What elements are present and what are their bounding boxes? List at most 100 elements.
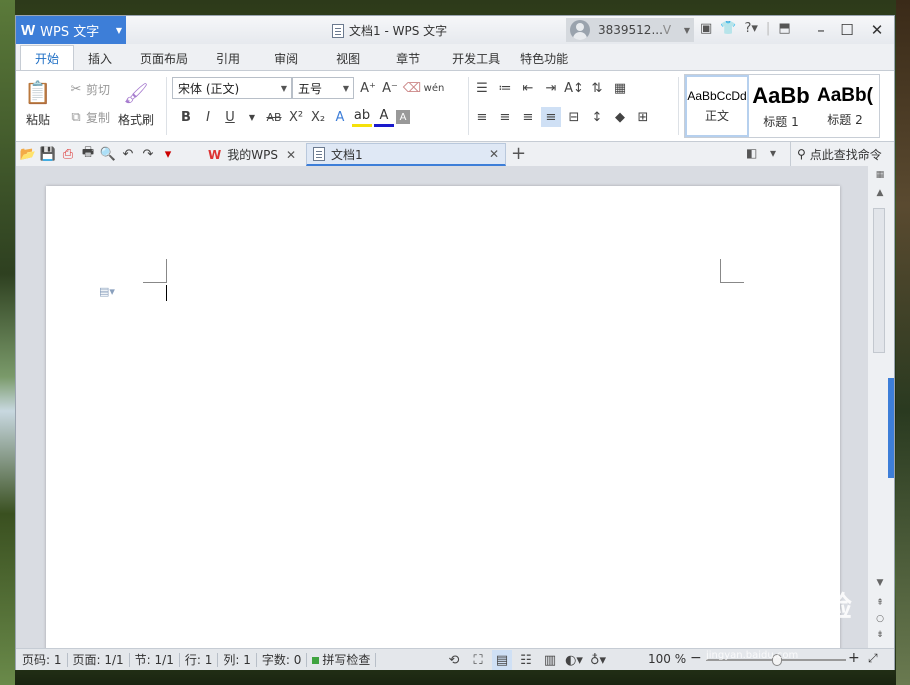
close-icon[interactable]: ✕ bbox=[489, 147, 499, 161]
bold-icon[interactable]: B bbox=[176, 107, 196, 127]
subscript-icon[interactable]: X₂ bbox=[308, 107, 328, 127]
document-area[interactable]: ▤▾ bbox=[16, 166, 868, 648]
decrease-indent-icon[interactable]: ⇤ bbox=[518, 78, 538, 98]
tab-home[interactable]: 开始 bbox=[20, 45, 75, 70]
style-heading-2[interactable]: AaBb( 标题 2 bbox=[813, 75, 877, 137]
doc-tab-my-wps[interactable]: W 我的WPS ✕ bbox=[202, 143, 302, 166]
redo-icon[interactable]: ↷ bbox=[138, 144, 158, 164]
status-page-num[interactable]: 页码: 1 bbox=[16, 652, 68, 667]
style-normal[interactable]: AaBbCcDd 正文 bbox=[685, 75, 749, 137]
paragraph-layout-icon[interactable]: ▤▾ bbox=[99, 285, 115, 298]
user-account[interactable]: 3839512... V ▼ bbox=[566, 18, 694, 42]
chevron-down-icon[interactable]: ▼ bbox=[242, 107, 262, 127]
distribute-icon[interactable]: ⊟ bbox=[564, 107, 584, 127]
copy-button[interactable]: ⧉ 复制 bbox=[66, 107, 110, 127]
superscript-icon[interactable]: X² bbox=[286, 107, 306, 127]
close-button[interactable]: ✕ bbox=[864, 19, 890, 41]
zoom-level[interactable]: 100 % bbox=[648, 652, 686, 666]
comment-icon[interactable]: ◧ bbox=[746, 146, 757, 160]
border-icon[interactable]: ⊞ bbox=[633, 107, 653, 127]
fullscreen-icon[interactable]: ⛶ bbox=[468, 650, 488, 670]
scroll-down-icon[interactable]: ▼ bbox=[874, 578, 886, 588]
scroll-thumb[interactable] bbox=[873, 208, 885, 353]
status-word-count[interactable]: 字数: 0 bbox=[257, 652, 308, 667]
history-icon[interactable]: ⟲ bbox=[444, 650, 464, 670]
shrink-font-icon[interactable]: A⁻ bbox=[380, 78, 400, 98]
font-name-select[interactable]: 宋体 (正文) ▼ bbox=[172, 77, 292, 99]
select-browse-object-icon[interactable]: ○ bbox=[874, 614, 886, 624]
export-pdf-icon[interactable]: ⎙ bbox=[58, 144, 78, 164]
bullet-list-icon[interactable]: ☰ bbox=[472, 78, 492, 98]
grow-font-icon[interactable]: A⁺ bbox=[358, 78, 378, 98]
align-left-icon[interactable]: ≡ bbox=[472, 107, 492, 127]
justify-icon[interactable]: ≡ bbox=[541, 107, 561, 127]
tab-references[interactable]: 引用 bbox=[202, 46, 254, 70]
cut-button[interactable]: ✂ 剪切 bbox=[66, 79, 110, 99]
tab-view[interactable]: 视图 bbox=[318, 46, 378, 70]
style-heading-1[interactable]: AaBb 标题 1 bbox=[749, 75, 813, 137]
tab-review[interactable]: 审阅 bbox=[254, 46, 318, 70]
underline-icon[interactable]: U bbox=[220, 107, 240, 127]
align-right-icon[interactable]: ≡ bbox=[518, 107, 538, 127]
find-command-box[interactable]: ⚲ 点此查找命令 bbox=[790, 142, 882, 166]
minimize-button[interactable]: – bbox=[808, 19, 834, 41]
numbered-list-icon[interactable]: ≔ bbox=[495, 78, 515, 98]
tab-special-features[interactable]: 特色功能 bbox=[514, 46, 574, 70]
close-icon[interactable]: ✕ bbox=[286, 148, 296, 162]
font-color-icon[interactable]: A bbox=[374, 107, 394, 127]
char-scale-icon[interactable]: A↕ bbox=[564, 78, 584, 98]
status-row[interactable]: 行: 1 bbox=[180, 652, 219, 667]
outline-view-icon[interactable]: ☷ bbox=[516, 650, 536, 670]
previous-page-icon[interactable]: ⇞ bbox=[874, 598, 886, 608]
customize-toolbar-icon[interactable]: ▾ bbox=[158, 144, 178, 164]
tab-developer[interactable]: 开发工具 bbox=[438, 46, 514, 70]
maximize-button[interactable]: ☐ bbox=[834, 19, 860, 41]
page-view-icon[interactable]: ▤ bbox=[492, 650, 512, 670]
scroll-up-icon[interactable]: ▲ bbox=[874, 188, 886, 198]
tab-insert[interactable]: 插入 bbox=[74, 46, 126, 70]
web-view-icon[interactable]: ▥ bbox=[540, 650, 560, 670]
align-center-icon[interactable]: ≡ bbox=[495, 107, 515, 127]
open-folder-icon[interactable]: 📂 bbox=[18, 144, 38, 164]
doc-tab-document1[interactable]: 文档1 ✕ bbox=[306, 143, 506, 166]
clear-format-icon[interactable]: ⌫ bbox=[402, 78, 422, 98]
sort-icon[interactable]: ⇅ bbox=[587, 78, 607, 98]
print-icon[interactable]: 🖶 bbox=[78, 144, 98, 164]
italic-icon[interactable]: I bbox=[198, 107, 218, 127]
ruler-toggle-icon[interactable]: ▦ bbox=[874, 170, 886, 180]
track-changes-icon[interactable]: ▾ bbox=[770, 146, 776, 160]
paragraph-shading-icon[interactable]: ◆ bbox=[610, 107, 630, 127]
text-effect-icon[interactable]: A bbox=[330, 107, 350, 127]
vertical-scrollbar[interactable]: ▦ ▲ ▼ ⇞ ○ ⇟ bbox=[868, 166, 894, 648]
table-icon[interactable]: ▦ bbox=[610, 78, 630, 98]
save-icon[interactable]: 💾 bbox=[38, 144, 58, 164]
status-col[interactable]: 列: 1 bbox=[218, 652, 257, 667]
status-pages[interactable]: 页面: 1/1 bbox=[68, 652, 130, 667]
tab-page-layout[interactable]: 页面布局 bbox=[126, 46, 202, 70]
print-preview-icon[interactable]: 🔍 bbox=[98, 144, 118, 164]
status-section[interactable]: 节: 1/1 bbox=[130, 652, 180, 667]
inbox-icon[interactable]: ▣ bbox=[700, 21, 712, 36]
line-spacing-icon[interactable]: ↕ bbox=[587, 107, 607, 127]
restore-window-icon[interactable]: ⬒ bbox=[778, 21, 790, 36]
format-painter-button[interactable]: 🖌 格式刷 bbox=[118, 79, 154, 128]
reading-view-icon[interactable]: ◐▾ bbox=[564, 650, 584, 670]
fit-window-icon[interactable]: ⤢ bbox=[868, 651, 878, 666]
font-size-select[interactable]: 五号 ▼ bbox=[292, 77, 354, 99]
zoom-in-icon[interactable]: + bbox=[848, 650, 860, 666]
new-tab-plus-icon[interactable]: + bbox=[511, 143, 526, 164]
paste-button[interactable]: 📋 粘贴 bbox=[24, 79, 52, 128]
strikethrough-icon[interactable]: AB bbox=[264, 107, 284, 127]
app-menu-button[interactable]: W WPS 文字 ▼ bbox=[16, 16, 126, 44]
phonetic-guide-icon[interactable]: wén bbox=[424, 78, 445, 98]
increase-indent-icon[interactable]: ⇥ bbox=[541, 78, 561, 98]
char-shading-icon[interactable]: A bbox=[396, 110, 410, 124]
help-icon[interactable]: ?▾ bbox=[744, 21, 757, 36]
chevron-down-icon[interactable]: ▼ bbox=[684, 26, 690, 35]
document-page[interactable]: ▤▾ bbox=[46, 186, 840, 648]
highlight-icon[interactable]: ab bbox=[352, 107, 372, 127]
skin-shirt-icon[interactable]: 👕 bbox=[720, 21, 736, 36]
zoom-out-icon[interactable]: − bbox=[690, 650, 702, 666]
eye-protection-icon[interactable]: ♁▾ bbox=[588, 650, 608, 670]
spell-check-toggle[interactable]: 拼写检查 bbox=[307, 652, 377, 667]
